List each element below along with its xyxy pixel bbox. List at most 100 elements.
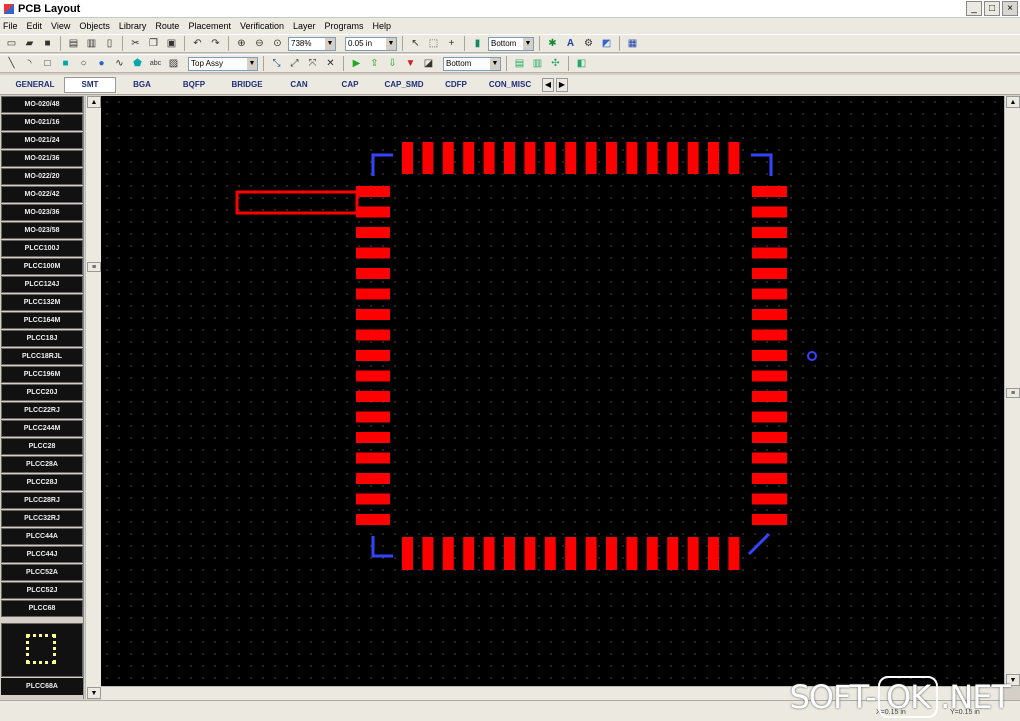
smd-pad[interactable]: [356, 350, 390, 361]
list-item[interactable]: MO-023/58: [1, 222, 83, 239]
tab-cap[interactable]: CAP: [324, 77, 376, 93]
zoom-fit-icon[interactable]: ⊙: [270, 36, 285, 51]
menu-programs[interactable]: Programs: [325, 21, 364, 31]
smd-pad[interactable]: [752, 411, 787, 423]
scroll-thumb[interactable]: ≡: [87, 262, 101, 272]
tab-cap-smd[interactable]: CAP_SMD: [376, 77, 432, 93]
grid-select[interactable]: 0.05 in ▼: [345, 36, 397, 51]
text-abc-icon[interactable]: abc: [148, 56, 163, 71]
menu-objects[interactable]: Objects: [79, 21, 110, 31]
smd-pad[interactable]: [585, 537, 597, 570]
smd-pad[interactable]: [752, 206, 787, 218]
zoom-in-icon[interactable]: ⊕: [234, 36, 249, 51]
package-preview[interactable]: [1, 623, 83, 677]
smd-pad[interactable]: [752, 288, 787, 300]
smd-pad[interactable]: [422, 537, 434, 570]
smd-pad[interactable]: [356, 227, 390, 238]
pad-icon[interactable]: ✣: [548, 56, 563, 71]
smd-pad[interactable]: [708, 142, 719, 174]
print-preview-icon[interactable]: ▥: [84, 36, 99, 51]
select-box-icon[interactable]: ⬚: [426, 36, 441, 51]
smd-pad[interactable]: [565, 142, 577, 174]
smd-pad[interactable]: [442, 142, 454, 174]
list-item[interactable]: PLCC132M: [1, 294, 83, 311]
smd-pad[interactable]: [483, 142, 495, 174]
menu-view[interactable]: View: [51, 21, 70, 31]
smd-pad[interactable]: [728, 142, 740, 174]
smd-pad[interactable]: [728, 537, 740, 570]
layer-icon[interactable]: ▮: [470, 36, 485, 51]
smd-pad[interactable]: [626, 142, 638, 174]
smd-pad[interactable]: [524, 537, 536, 570]
smd-pad[interactable]: [463, 142, 475, 174]
smd-pad[interactable]: [752, 432, 787, 443]
chevron-down-icon[interactable]: ▼: [386, 37, 396, 50]
smd-pad[interactable]: [752, 473, 787, 484]
image-tool-icon[interactable]: ▨: [166, 56, 181, 71]
settings-gear-icon[interactable]: ⚙: [581, 36, 596, 51]
smd-pad[interactable]: [356, 493, 390, 505]
smd-pad[interactable]: [687, 142, 699, 174]
smd-pad[interactable]: [524, 142, 536, 174]
smd-pad[interactable]: [356, 411, 390, 423]
smd-pad[interactable]: [752, 329, 787, 341]
filled-rectangle-icon[interactable]: ■: [58, 56, 73, 71]
smd-pad[interactable]: [356, 206, 390, 218]
selected-pad-outline[interactable]: [235, 190, 359, 215]
select-pointer-icon[interactable]: ↖: [408, 36, 423, 51]
menu-help[interactable]: Help: [373, 21, 392, 31]
smd-pad[interactable]: [626, 537, 638, 570]
open-folder-icon[interactable]: ▰: [22, 36, 37, 51]
split-tool-icon[interactable]: ⤧: [305, 56, 320, 71]
smd-pad[interactable]: [606, 537, 617, 570]
list-item[interactable]: PLCC28A: [1, 456, 83, 473]
smd-pad[interactable]: [708, 537, 719, 570]
tab-smt[interactable]: SMT: [64, 76, 116, 93]
smd-pad[interactable]: [585, 142, 597, 174]
smd-pad[interactable]: [752, 493, 787, 505]
list-item[interactable]: PLCC124J: [1, 276, 83, 293]
copy-icon[interactable]: ❐: [146, 36, 161, 51]
smd-pad[interactable]: [422, 142, 434, 174]
smd-pad[interactable]: [356, 432, 390, 443]
smd-pad[interactable]: [544, 537, 556, 570]
smd-pad[interactable]: [483, 537, 495, 570]
list-item[interactable]: PLCC68: [1, 600, 83, 617]
pcb-canvas[interactable]: [101, 96, 1004, 686]
smd-pad[interactable]: [646, 537, 658, 570]
net-icon[interactable]: ▥: [530, 56, 545, 71]
close-button[interactable]: ×: [1002, 1, 1018, 16]
smd-pad[interactable]: [504, 142, 515, 174]
smd-pad[interactable]: [356, 247, 390, 259]
new-file-icon[interactable]: ▭: [4, 36, 19, 51]
text-tool-icon[interactable]: A: [563, 36, 578, 51]
tab-general[interactable]: GENERAL: [6, 77, 64, 93]
list-item[interactable]: PLCC18RJL: [1, 348, 83, 365]
route-icon[interactable]: ◩: [599, 36, 614, 51]
minimize-button[interactable]: _: [966, 1, 982, 16]
list-item[interactable]: PLCC28: [1, 438, 83, 455]
smd-pad[interactable]: [752, 370, 787, 382]
list-item[interactable]: MO-021/36: [1, 150, 83, 167]
route-tool-icon[interactable]: ⤢: [287, 56, 302, 71]
smd-pad[interactable]: [356, 329, 390, 341]
smd-pad[interactable]: [752, 391, 787, 402]
menu-route[interactable]: Route: [155, 21, 179, 31]
list-item[interactable]: PLCC28RJ: [1, 492, 83, 509]
smd-pad[interactable]: [752, 514, 787, 525]
ellipse-tool-icon[interactable]: ○: [76, 56, 91, 71]
layer2-select[interactable]: Top Assy ▼: [188, 56, 258, 71]
scroll-up-icon[interactable]: ▲: [1006, 96, 1020, 108]
sidebar-scrollbar[interactable]: ▲ ≡ ▼: [85, 96, 101, 699]
export-icon[interactable]: ⇪: [367, 56, 382, 71]
list-item[interactable]: MO-022/20: [1, 168, 83, 185]
list-item[interactable]: PLCC20J: [1, 384, 83, 401]
smd-pad[interactable]: [356, 186, 390, 197]
run-icon[interactable]: ▶: [349, 56, 364, 71]
list-item[interactable]: PLCC22RJ: [1, 402, 83, 419]
list-item[interactable]: PLCC164M: [1, 312, 83, 329]
tab-cdfp[interactable]: CDFP: [432, 77, 480, 93]
list-item[interactable]: PLCC44J: [1, 546, 83, 563]
tab-scroll-left-icon[interactable]: ◀: [542, 77, 554, 92]
menu-verification[interactable]: Verification: [240, 21, 284, 31]
